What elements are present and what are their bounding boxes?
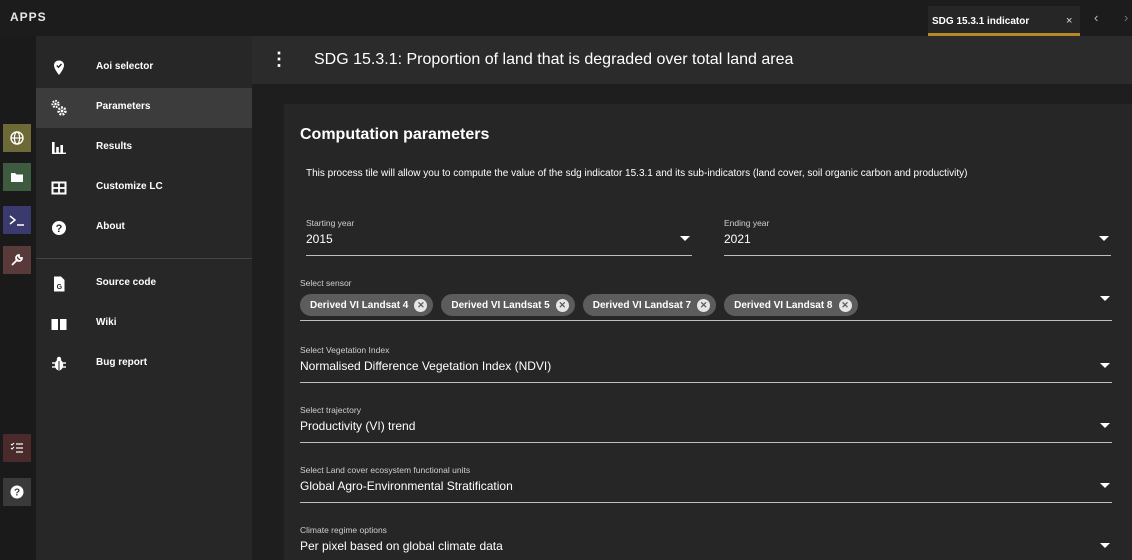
globe-icon[interactable]	[3, 124, 31, 152]
chip-label: Derived VI Landsat 8	[734, 299, 833, 311]
tab-close-icon[interactable]: ×	[1066, 15, 1072, 27]
sensor-chips: Derived VI Landsat 4 ✕ Derived VI Landsa…	[300, 294, 858, 316]
sensor-chip[interactable]: Derived VI Landsat 5 ✕	[441, 294, 575, 316]
climate-regime-select[interactable]: Climate regime options Per pixel based o…	[300, 525, 1112, 560]
table-icon	[51, 181, 67, 195]
vegetation-index-select[interactable]: Select Vegetation Index Normalised Diffe…	[300, 345, 1112, 383]
field-label: Select Land cover ecosystem functional u…	[300, 465, 471, 475]
field-label: Starting year	[306, 218, 355, 228]
card-description: This process tile will allow you to comp…	[306, 168, 968, 179]
sensor-select[interactable]: Select sensor Derived VI Landsat 4 ✕ Der…	[300, 278, 1112, 321]
app-rail: ?	[0, 36, 36, 560]
nav-item-results[interactable]: Results	[36, 128, 252, 168]
nav-item-customize-lc[interactable]: Customize LC	[36, 168, 252, 208]
chevron-down-icon	[1099, 236, 1109, 241]
map-marker-icon	[54, 60, 64, 75]
app-header: ⋮ SDG 15.3.1: Proportion of land that is…	[252, 36, 1132, 84]
nav-drawer: Aoi selector Parameters Results Customiz…	[36, 36, 252, 560]
wrench-icon[interactable]	[3, 246, 31, 274]
svg-text:?: ?	[56, 223, 63, 235]
bug-icon	[52, 356, 66, 371]
sensor-chip[interactable]: Derived VI Landsat 7 ✕	[582, 294, 717, 316]
nav-item-label: Wiki	[96, 317, 117, 328]
parameters-card: Computation parameters This process tile…	[284, 104, 1132, 560]
chevron-down-icon	[1100, 543, 1110, 548]
field-value: Per pixel based on global climate data	[300, 539, 503, 553]
field-label: Ending year	[724, 218, 770, 228]
svg-text:G: G	[57, 284, 63, 291]
field-value: Normalised Difference Vegetation Index (…	[300, 359, 552, 373]
terminal-icon[interactable]	[3, 206, 31, 234]
tab-scroll-left-icon[interactable]: ‹	[1094, 10, 1098, 25]
nav-item-label: Bug report	[96, 357, 148, 368]
nav-item-parameters[interactable]: Parameters	[36, 88, 252, 128]
ending-year-select[interactable]: Ending year 2021	[724, 218, 1111, 256]
nav-item-about[interactable]: ? About	[36, 208, 252, 248]
nav-item-source-code[interactable]: G Source code	[36, 264, 252, 304]
sensor-chip[interactable]: Derived VI Landsat 4 ✕	[300, 294, 434, 316]
lc-functional-units-select[interactable]: Select Land cover ecosystem functional u…	[300, 465, 1112, 503]
main-content: Computation parameters This process tile…	[252, 84, 1132, 560]
close-icon[interactable]: ✕	[838, 298, 852, 312]
file-code-icon: G	[54, 276, 65, 292]
page-title: SDG 15.3.1: Proportion of land that is d…	[314, 51, 794, 68]
field-label: Select sensor	[300, 278, 352, 288]
tab-sdg-indicator[interactable]: SDG 15.3.1 indicator ×	[928, 6, 1080, 36]
chevron-down-icon	[1100, 483, 1110, 488]
top-bar: APPS SDG 15.3.1 indicator × ‹ ›	[0, 0, 1132, 36]
tab-label: SDG 15.3.1 indicator	[932, 16, 1030, 27]
checklist-icon[interactable]	[3, 434, 31, 462]
nav-item-label: Aoi selector	[96, 61, 154, 72]
field-label: Select trajectory	[300, 405, 361, 415]
nav-item-label: About	[96, 221, 125, 232]
field-value: Global Agro-Environmental Stratification	[300, 479, 513, 493]
folder-icon[interactable]	[3, 163, 31, 191]
close-icon[interactable]: ✕	[555, 298, 569, 312]
bar-chart-icon	[52, 142, 66, 154]
card-title: Computation parameters	[300, 126, 490, 143]
book-icon	[51, 318, 67, 331]
apps-title: APPS	[10, 10, 47, 24]
nav-item-bug-report[interactable]: Bug report	[36, 344, 252, 384]
field-label: Climate regime options	[300, 525, 387, 535]
nav-item-label: Results	[96, 141, 133, 152]
chevron-down-icon	[680, 236, 690, 241]
field-value: 2015	[306, 232, 333, 246]
nav-item-label: Parameters	[96, 101, 151, 112]
chip-label: Derived VI Landsat 5	[451, 299, 550, 311]
menu-dots-icon[interactable]: ⋮	[270, 50, 288, 68]
field-value: Productivity (VI) trend	[300, 419, 416, 433]
tab-scroll-right-icon[interactable]: ›	[1124, 10, 1128, 25]
close-icon[interactable]: ✕	[697, 298, 711, 312]
field-label: Select Vegetation Index	[300, 345, 390, 355]
sensor-chip[interactable]: Derived VI Landsat 8 ✕	[724, 294, 858, 316]
chevron-down-icon	[1100, 423, 1110, 428]
chip-label: Derived VI Landsat 4	[310, 299, 409, 311]
nav-item-aoi-selector[interactable]: Aoi selector	[36, 48, 252, 88]
chevron-down-icon	[1100, 363, 1110, 368]
nav-item-label: Source code	[96, 277, 157, 288]
field-value: 2021	[724, 232, 751, 246]
nav-item-wiki[interactable]: Wiki	[36, 304, 252, 344]
question-circle-icon: ?	[52, 221, 66, 235]
starting-year-select[interactable]: Starting year 2015	[306, 218, 692, 256]
chip-label: Derived VI Landsat 7	[592, 299, 692, 311]
cogs-icon	[51, 99, 67, 116]
chevron-down-icon	[1100, 296, 1110, 301]
nav-divider	[36, 258, 252, 259]
help-icon[interactable]: ?	[3, 478, 31, 506]
nav-item-label: Customize LC	[96, 181, 163, 192]
close-icon[interactable]: ✕	[414, 298, 428, 312]
trajectory-select[interactable]: Select trajectory Productivity (VI) tren…	[300, 405, 1112, 443]
svg-text:?: ?	[14, 488, 20, 499]
